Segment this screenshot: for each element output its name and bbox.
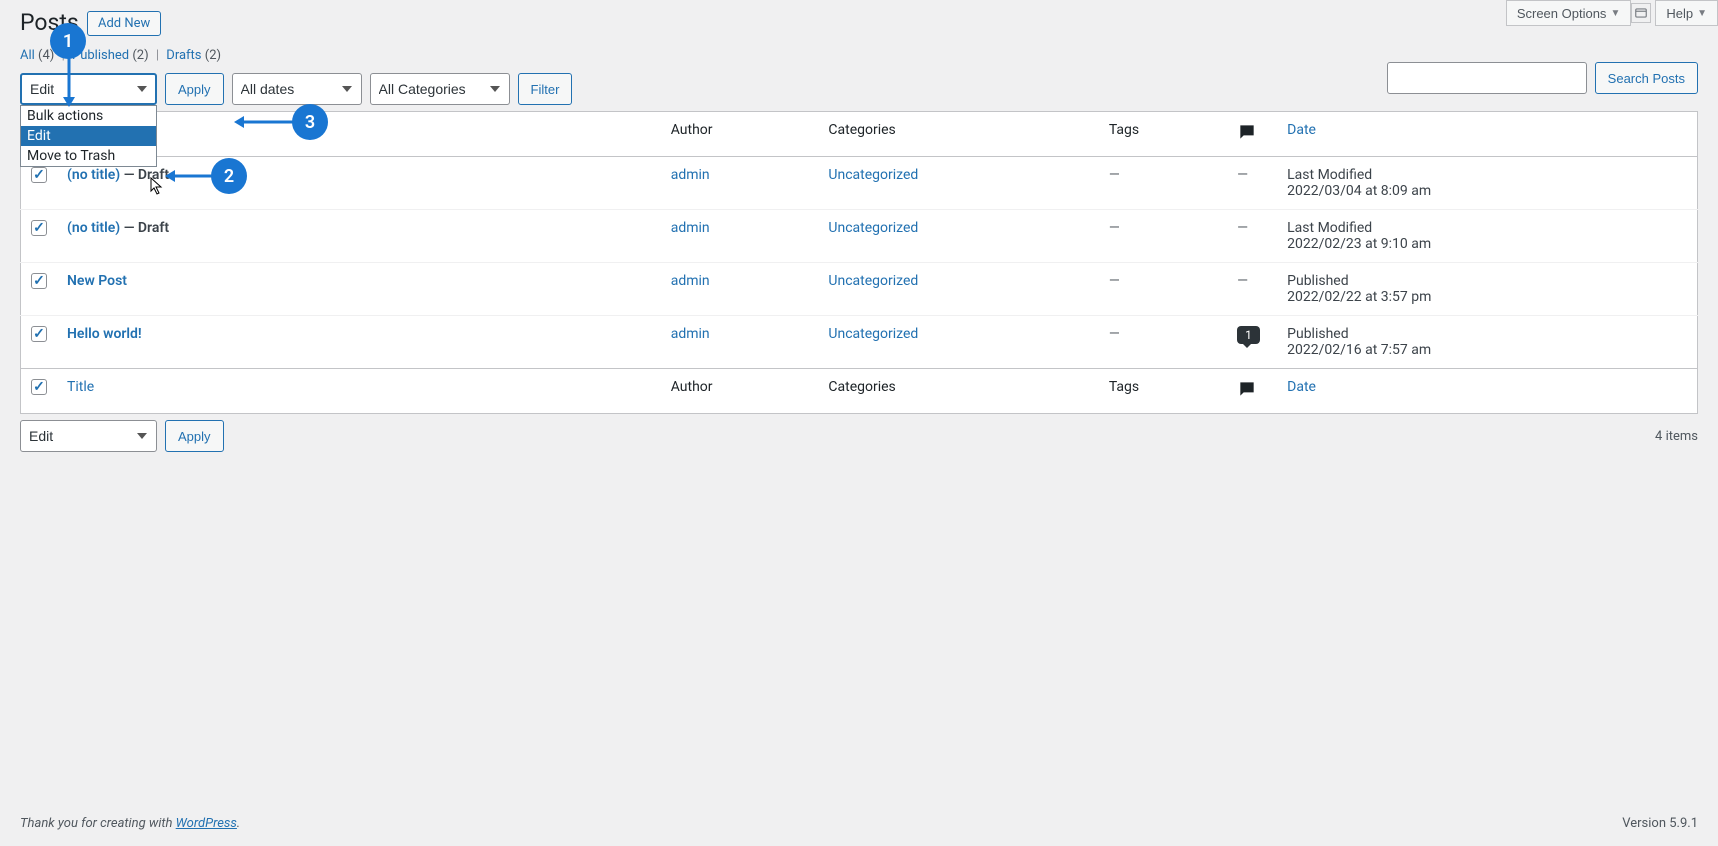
column-date-foot[interactable]: Date: [1277, 369, 1697, 414]
column-author: Author: [661, 112, 819, 157]
bulk-option-edit[interactable]: Edit: [21, 126, 156, 146]
column-categories-foot: Categories: [818, 369, 1098, 414]
date-timestamp: 2022/02/22 at 3:57 pm: [1287, 289, 1687, 305]
annotation-arrow-3: [234, 116, 296, 128]
posts-table: Title Author Categories Tags Date (no ti…: [20, 111, 1698, 414]
row-checkbox[interactable]: [31, 326, 47, 342]
category-filter-select[interactable]: All Categories: [370, 73, 510, 105]
apply-button-bottom[interactable]: Apply: [165, 420, 224, 452]
help-label: Help: [1666, 6, 1693, 21]
comments-dash: —: [1237, 220, 1248, 236]
version-text: Version 5.9.1: [1622, 816, 1698, 831]
search-posts-button[interactable]: Search Posts: [1595, 62, 1698, 94]
post-title-link[interactable]: Hello world!: [67, 326, 142, 342]
filter-published[interactable]: Published (2): [72, 48, 149, 63]
date-timestamp: 2022/02/23 at 9:10 am: [1287, 236, 1687, 252]
author-link[interactable]: admin: [671, 220, 710, 236]
apply-button-top[interactable]: Apply: [165, 73, 224, 105]
tablenav-bottom: Edit Apply 4 items: [20, 420, 1698, 452]
items-count-bottom: 4 items: [1655, 429, 1698, 444]
column-categories: Categories: [818, 112, 1098, 157]
table-row: (no title) — Draft admin Uncategorized —…: [21, 210, 1698, 263]
footer-credit: Thank you for creating with WordPress.: [20, 816, 240, 831]
date-status: Published: [1287, 273, 1687, 289]
bulk-actions-dropdown: Bulk actions Edit Move to Trash: [20, 105, 157, 167]
column-date[interactable]: Date: [1277, 112, 1697, 157]
tags-value: —: [1109, 167, 1120, 183]
date-status: Published: [1287, 326, 1687, 342]
wordpress-link[interactable]: WordPress: [176, 816, 237, 831]
post-title-link[interactable]: New Post: [67, 273, 127, 289]
column-author-foot: Author: [661, 369, 819, 414]
category-link[interactable]: Uncategorized: [828, 273, 918, 289]
date-timestamp: 2022/03/04 at 8:09 am: [1287, 183, 1687, 199]
screen-options-label: Screen Options: [1517, 6, 1607, 21]
date-status: Last Modified: [1287, 220, 1687, 236]
author-link[interactable]: admin: [671, 167, 710, 183]
filter-button[interactable]: Filter: [518, 73, 573, 105]
tags-value: —: [1109, 326, 1120, 342]
category-link[interactable]: Uncategorized: [828, 167, 918, 183]
help-button[interactable]: Help ▼: [1655, 0, 1718, 26]
tags-value: —: [1109, 273, 1120, 289]
search-input[interactable]: [1387, 62, 1587, 94]
bulk-actions-wrap: Edit Bulk actions Edit Move to Trash: [20, 73, 157, 105]
help-preview-icon: [1631, 3, 1651, 23]
row-checkbox[interactable]: [31, 220, 47, 236]
footer: Thank you for creating with WordPress. V…: [0, 801, 1718, 846]
comment-icon: [1237, 379, 1257, 403]
comments-dash: —: [1237, 167, 1248, 183]
top-bar: Screen Options ▼ Help ▼: [1506, 0, 1718, 26]
chevron-down-icon: ▼: [1610, 8, 1620, 19]
comments-count-badge[interactable]: 1: [1237, 326, 1260, 344]
author-link[interactable]: admin: [671, 273, 710, 289]
bulk-actions-select-bottom[interactable]: Edit: [20, 420, 157, 452]
column-comments-foot: [1227, 369, 1277, 414]
date-status: Last Modified: [1287, 167, 1687, 183]
bulk-actions-select[interactable]: Edit: [20, 73, 157, 105]
date-timestamp: 2022/02/16 at 7:57 am: [1287, 342, 1687, 358]
screen-options-button[interactable]: Screen Options ▼: [1506, 0, 1632, 26]
annotation-badge-2: 2: [211, 158, 247, 194]
date-filter-wrap: All dates: [232, 73, 362, 105]
column-comments: [1227, 112, 1277, 157]
chevron-down-icon: ▼: [1697, 8, 1707, 19]
post-state: — Draft: [124, 220, 169, 236]
comments-dash: —: [1237, 273, 1248, 289]
table-row: New Post admin Uncategorized — — Publish…: [21, 263, 1698, 316]
comment-icon: [1237, 122, 1257, 146]
search-bar: Search Posts: [1387, 62, 1698, 94]
column-tags-foot: Tags: [1099, 369, 1227, 414]
annotation-badge-1: 1: [50, 23, 86, 59]
bulk-actions-wrap-bottom: Edit: [20, 420, 157, 452]
table-row: Hello world! admin Uncategorized — 1 Pub…: [21, 316, 1698, 369]
row-checkbox[interactable]: [31, 167, 47, 183]
post-title-link[interactable]: (no title): [67, 167, 120, 183]
post-status-filters: All (4) | Published (2) | Drafts (2): [20, 48, 1698, 63]
author-link[interactable]: admin: [671, 326, 710, 342]
category-link[interactable]: Uncategorized: [828, 326, 918, 342]
bulk-option-move-to-trash[interactable]: Move to Trash: [21, 146, 156, 166]
column-title-foot[interactable]: Title: [57, 369, 661, 414]
filter-drafts[interactable]: Drafts (2): [166, 48, 221, 63]
annotation-arrow-2: [165, 170, 215, 182]
category-link[interactable]: Uncategorized: [828, 220, 918, 236]
post-title-link[interactable]: (no title): [67, 220, 120, 236]
filter-all[interactable]: All (4): [20, 48, 54, 63]
row-checkbox[interactable]: [31, 273, 47, 289]
annotation-arrow-1: [63, 55, 75, 107]
tags-value: —: [1109, 220, 1120, 236]
select-all-checkbox-bottom[interactable]: [31, 379, 47, 395]
category-filter-wrap: All Categories: [370, 73, 510, 105]
annotation-badge-3: 3: [292, 104, 328, 140]
bulk-option-bulk-actions[interactable]: Bulk actions: [21, 106, 156, 126]
table-row: (no title) — Draft admin Uncategorized —…: [21, 157, 1698, 210]
date-filter-select[interactable]: All dates: [232, 73, 362, 105]
cursor-icon: [150, 177, 164, 195]
add-new-button[interactable]: Add New: [87, 11, 161, 36]
column-tags: Tags: [1099, 112, 1227, 157]
